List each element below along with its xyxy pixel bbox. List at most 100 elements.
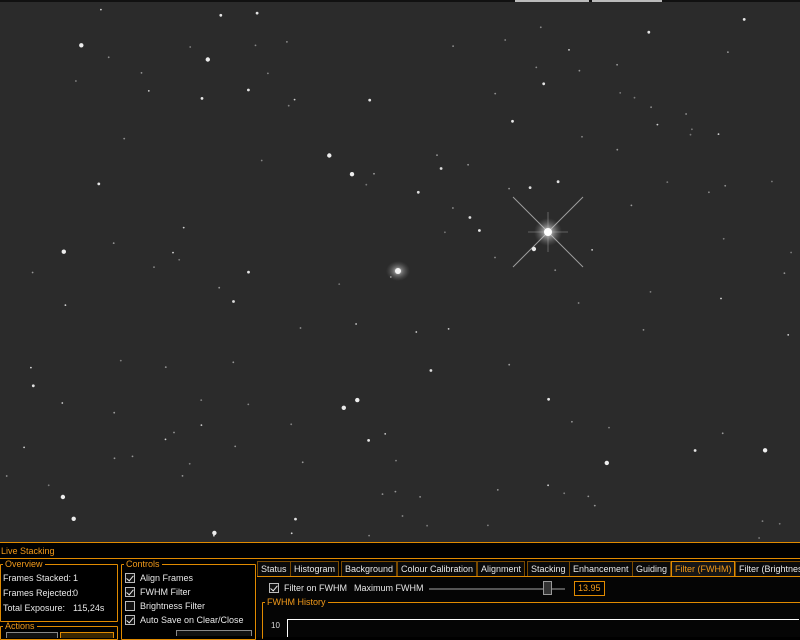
align-frames-option[interactable]: Align Frames	[125, 571, 193, 585]
star	[75, 80, 77, 82]
star	[452, 207, 454, 209]
star	[708, 191, 710, 194]
star	[571, 420, 573, 423]
controls-dropdown-stub[interactable]	[176, 630, 252, 636]
star	[429, 369, 433, 372]
star	[232, 300, 235, 303]
panel-title: Live Stacking	[0, 545, 800, 559]
fwhm-filter-checkbox[interactable]	[125, 587, 135, 597]
tab-colour-calibration[interactable]: Colour Calibration	[397, 561, 478, 577]
star	[771, 180, 773, 183]
star	[616, 148, 619, 151]
tab-enhancement[interactable]: Enhancement	[569, 561, 633, 577]
bright-star	[512, 196, 584, 268]
star	[468, 216, 472, 219]
tab-background[interactable]: Background	[341, 561, 398, 577]
star	[71, 516, 76, 521]
star	[5, 475, 8, 477]
star	[790, 251, 792, 254]
star	[608, 426, 610, 429]
star	[286, 41, 288, 43]
star	[338, 283, 341, 285]
frames-rejected-value: 0	[73, 588, 79, 598]
star-field-image	[5, 8, 792, 539]
star	[604, 460, 609, 466]
image-viewer[interactable]	[0, 0, 800, 542]
star	[416, 190, 420, 194]
auto-save-checkbox[interactable]	[125, 615, 135, 625]
star	[327, 153, 332, 158]
star	[720, 297, 722, 300]
max-fwhm-value[interactable]: 13.95	[574, 581, 605, 596]
star	[419, 496, 421, 498]
star	[630, 204, 633, 207]
action-button-stub[interactable]	[6, 632, 58, 638]
fwhm-filter-option[interactable]: FWHM Filter	[125, 585, 191, 599]
star	[717, 133, 720, 136]
star	[395, 459, 397, 462]
tab-alignment[interactable]: Alignment	[477, 561, 526, 577]
star	[61, 249, 66, 254]
star	[212, 530, 217, 536]
star	[758, 537, 760, 539]
star	[447, 328, 450, 330]
star	[218, 286, 221, 289]
star	[539, 26, 542, 29]
star	[181, 475, 184, 477]
brightness-filter-checkbox[interactable]	[125, 601, 135, 611]
star	[267, 72, 269, 75]
star	[200, 97, 204, 100]
star	[113, 411, 116, 414]
action-button-stub-primary[interactable]	[60, 632, 114, 638]
star	[650, 106, 652, 109]
star	[444, 231, 446, 234]
star	[247, 270, 250, 274]
star	[178, 258, 181, 261]
brightness-filter-option[interactable]: Brightness Filter	[125, 599, 205, 613]
fwhm-filter-label: FWHM Filter	[140, 587, 191, 597]
star	[647, 30, 651, 34]
filter-on-fwhm-checkbox[interactable]	[269, 583, 279, 593]
star	[504, 39, 507, 41]
star	[200, 424, 203, 426]
star	[581, 135, 583, 138]
auto-save-option[interactable]: Auto Save on Clear/Close	[125, 613, 244, 627]
tab-histogram[interactable]: Histogram	[290, 561, 340, 577]
filter-on-fwhm-option[interactable]: Filter on FWHM	[269, 581, 347, 595]
max-fwhm-slider-thumb[interactable]	[543, 581, 553, 595]
star	[426, 524, 428, 527]
star	[247, 403, 250, 406]
tab-filter-fwhm[interactable]: Filter (FWHM)	[671, 561, 736, 577]
tab-guiding[interactable]: Guiding	[632, 561, 672, 577]
star	[568, 49, 570, 51]
fwhm-history-top-line	[287, 619, 799, 620]
star	[593, 504, 596, 507]
star	[61, 402, 64, 404]
star	[247, 88, 250, 92]
star	[301, 461, 304, 464]
star	[294, 517, 297, 521]
star	[591, 249, 593, 251]
tab-filter-brightness[interactable]: Filter (Brightness)	[735, 561, 800, 577]
star	[260, 159, 263, 162]
star	[727, 51, 729, 53]
tab-status[interactable]: Status	[257, 561, 291, 577]
star	[778, 522, 781, 525]
overview-legend: Overview	[5, 559, 43, 569]
star	[23, 446, 25, 449]
star	[355, 397, 360, 403]
star	[173, 431, 175, 434]
star	[189, 46, 192, 48]
star	[384, 433, 387, 435]
tab-stacking[interactable]: Stacking	[527, 561, 570, 577]
star	[542, 82, 546, 86]
filter-fwhm-tab-content: Filter on FWHM Maximum FWHM 13.95 FWHM H…	[257, 576, 800, 639]
star	[164, 438, 167, 441]
star	[478, 229, 481, 232]
star	[554, 269, 557, 272]
star	[200, 399, 203, 401]
star	[290, 423, 293, 426]
star	[389, 276, 392, 278]
star	[188, 462, 191, 465]
align-frames-checkbox[interactable]	[125, 573, 135, 583]
